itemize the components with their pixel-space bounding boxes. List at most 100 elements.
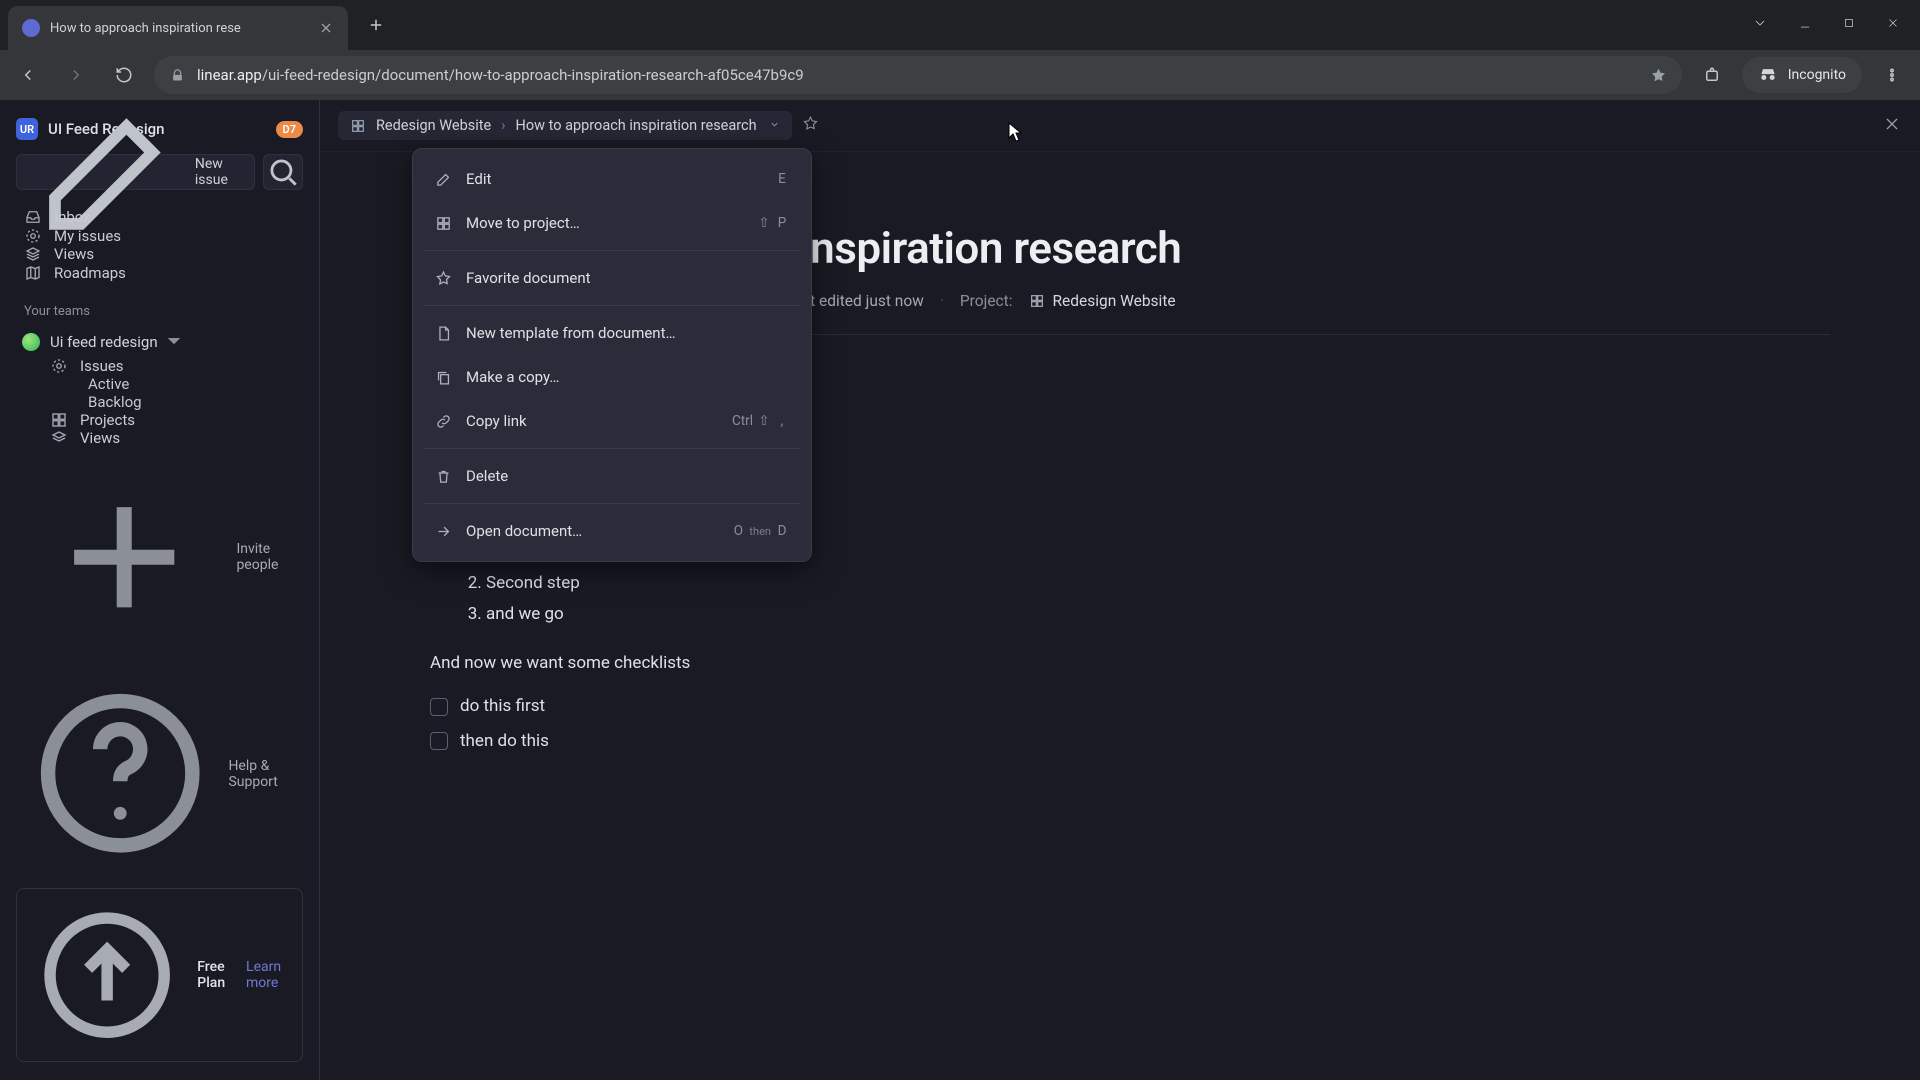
check-label: then do this xyxy=(460,727,549,756)
favicon-icon xyxy=(22,19,40,37)
check-label: do this first xyxy=(460,692,545,721)
learn-more-link[interactable]: Learn more xyxy=(246,959,288,991)
move-label: Move to project… xyxy=(466,214,580,232)
window-minimize-icon[interactable] xyxy=(1798,16,1812,34)
tabs-dropdown-icon[interactable] xyxy=(1752,15,1768,35)
views-label: Views xyxy=(54,245,94,263)
new-issue-button[interactable]: New issue xyxy=(16,154,255,190)
help-label: Help & Support xyxy=(228,758,295,790)
menu-item-copy[interactable]: Make a copy… xyxy=(421,355,803,399)
menu-item-template[interactable]: New template from document… xyxy=(421,311,803,355)
checkbox[interactable] xyxy=(430,698,448,716)
browser-forward-button[interactable] xyxy=(58,57,94,93)
document-icon xyxy=(435,325,452,342)
teams-section-label: Your teams xyxy=(24,304,303,319)
menu-item-favorite[interactable]: Favorite document xyxy=(421,256,803,300)
layers-icon xyxy=(50,429,68,447)
extensions-button[interactable] xyxy=(1694,57,1730,93)
grid-icon xyxy=(435,215,452,232)
team-sub-active[interactable]: Active xyxy=(16,375,303,393)
document-meta: d7bdeb36 · Last edited just now · Projec… xyxy=(680,292,1830,335)
favorite-button[interactable] xyxy=(802,115,819,136)
menu-item-copy-link[interactable]: Copy link Ctrl⇧, xyxy=(421,399,803,443)
browser-back-button[interactable] xyxy=(10,57,46,93)
breadcrumb[interactable]: Redesign Website › How to approach inspi… xyxy=(338,111,792,140)
close-document-button[interactable] xyxy=(1882,114,1902,138)
sidebar-item-my-issues[interactable]: My issues xyxy=(16,226,303,244)
sidebar-item-roadmaps[interactable]: Roadmaps xyxy=(16,263,303,281)
open-shortcut: OthenD xyxy=(731,523,789,539)
checklist-row[interactable]: do this first xyxy=(430,692,1830,721)
incognito-label: Incognito xyxy=(1788,67,1846,83)
plan-pill[interactable]: Free Plan Learn more xyxy=(16,888,303,1062)
star-icon xyxy=(435,270,452,287)
invite-label: Invite people xyxy=(236,541,295,573)
incognito-badge[interactable]: Incognito xyxy=(1742,57,1862,93)
close-tab-icon[interactable] xyxy=(318,20,334,36)
my-issues-label: My issues xyxy=(54,227,121,245)
menu-item-delete[interactable]: Delete xyxy=(421,454,803,498)
sidebar-item-views[interactable]: Views xyxy=(16,245,303,263)
list-item: and we go xyxy=(486,600,1830,629)
target-icon xyxy=(24,227,42,245)
team-avatar-icon xyxy=(22,333,40,351)
pencil-icon xyxy=(435,171,452,188)
active-label: Active xyxy=(88,375,129,393)
document-title[interactable]: roach inspiration research xyxy=(680,222,1830,274)
sidebar-item-inbox[interactable]: Inbox xyxy=(16,208,303,226)
favorite-label: Favorite document xyxy=(466,269,591,287)
arrow-right-icon xyxy=(435,523,452,540)
search-icon xyxy=(264,153,302,191)
window-maximize-icon[interactable] xyxy=(1842,16,1856,34)
arrow-up-circle-icon xyxy=(31,899,183,1051)
invite-people-button[interactable]: Invite people xyxy=(16,447,303,667)
main-panel: Redesign Website › How to approach inspi… xyxy=(320,100,1920,1080)
team-views-label: Views xyxy=(80,429,120,447)
checklist-row[interactable]: then do this xyxy=(430,727,1830,756)
tab-title: How to approach inspiration rese xyxy=(50,21,308,36)
bookmark-star-icon[interactable] xyxy=(1651,68,1666,83)
project-icon xyxy=(350,118,366,134)
chevron-down-icon[interactable] xyxy=(769,117,780,134)
lock-icon xyxy=(170,68,185,83)
menu-item-edit[interactable]: Edit E xyxy=(421,157,803,201)
browser-tab[interactable]: How to approach inspiration rese xyxy=(8,6,348,50)
inbox-icon xyxy=(24,208,42,226)
backlog-label: Backlog xyxy=(88,393,142,411)
plan-label: Free Plan xyxy=(197,959,232,991)
move-shortcut: ⇧P xyxy=(757,215,789,231)
menu-divider xyxy=(425,250,799,251)
team-item-views[interactable]: Views xyxy=(16,429,303,447)
checkbox[interactable] xyxy=(430,732,448,750)
caret-down-icon xyxy=(168,333,180,351)
copy-icon xyxy=(435,369,452,386)
open-label: Open document… xyxy=(466,522,582,540)
window-close-icon[interactable] xyxy=(1886,16,1900,34)
projects-icon xyxy=(50,411,68,429)
help-support-button[interactable]: Help & Support xyxy=(16,667,303,879)
url-bar[interactable]: linear.app/ui-feed-redesign/document/how… xyxy=(154,56,1682,94)
link-icon xyxy=(435,413,452,430)
browser-menu-button[interactable] xyxy=(1874,57,1910,93)
team-sub-backlog[interactable]: Backlog xyxy=(16,393,303,411)
team-item-projects[interactable]: Projects xyxy=(16,411,303,429)
project-label: Project: xyxy=(960,292,1013,310)
menu-item-open[interactable]: Open document… OthenD xyxy=(421,509,803,553)
breadcrumb-document: How to approach inspiration research xyxy=(516,117,757,134)
team-row[interactable]: Ui feed redesign xyxy=(16,327,303,357)
search-button[interactable] xyxy=(263,154,303,190)
copy-label: Make a copy… xyxy=(466,368,559,386)
projects-label: Projects xyxy=(80,411,135,429)
menu-divider xyxy=(425,448,799,449)
delete-label: Delete xyxy=(466,467,508,485)
project-chip[interactable]: Redesign Website xyxy=(1029,292,1176,310)
breadcrumb-separator: › xyxy=(501,117,505,134)
new-tab-button[interactable] xyxy=(358,7,394,43)
template-label: New template from document… xyxy=(466,324,676,342)
team-item-issues[interactable]: Issues xyxy=(16,357,303,375)
browser-reload-button[interactable] xyxy=(106,57,142,93)
edit-label: Edit xyxy=(466,170,491,188)
menu-item-move[interactable]: Move to project… ⇧P xyxy=(421,201,803,245)
document-header: Redesign Website › How to approach inspi… xyxy=(320,100,1920,152)
project-name: Redesign Website xyxy=(1053,292,1176,310)
